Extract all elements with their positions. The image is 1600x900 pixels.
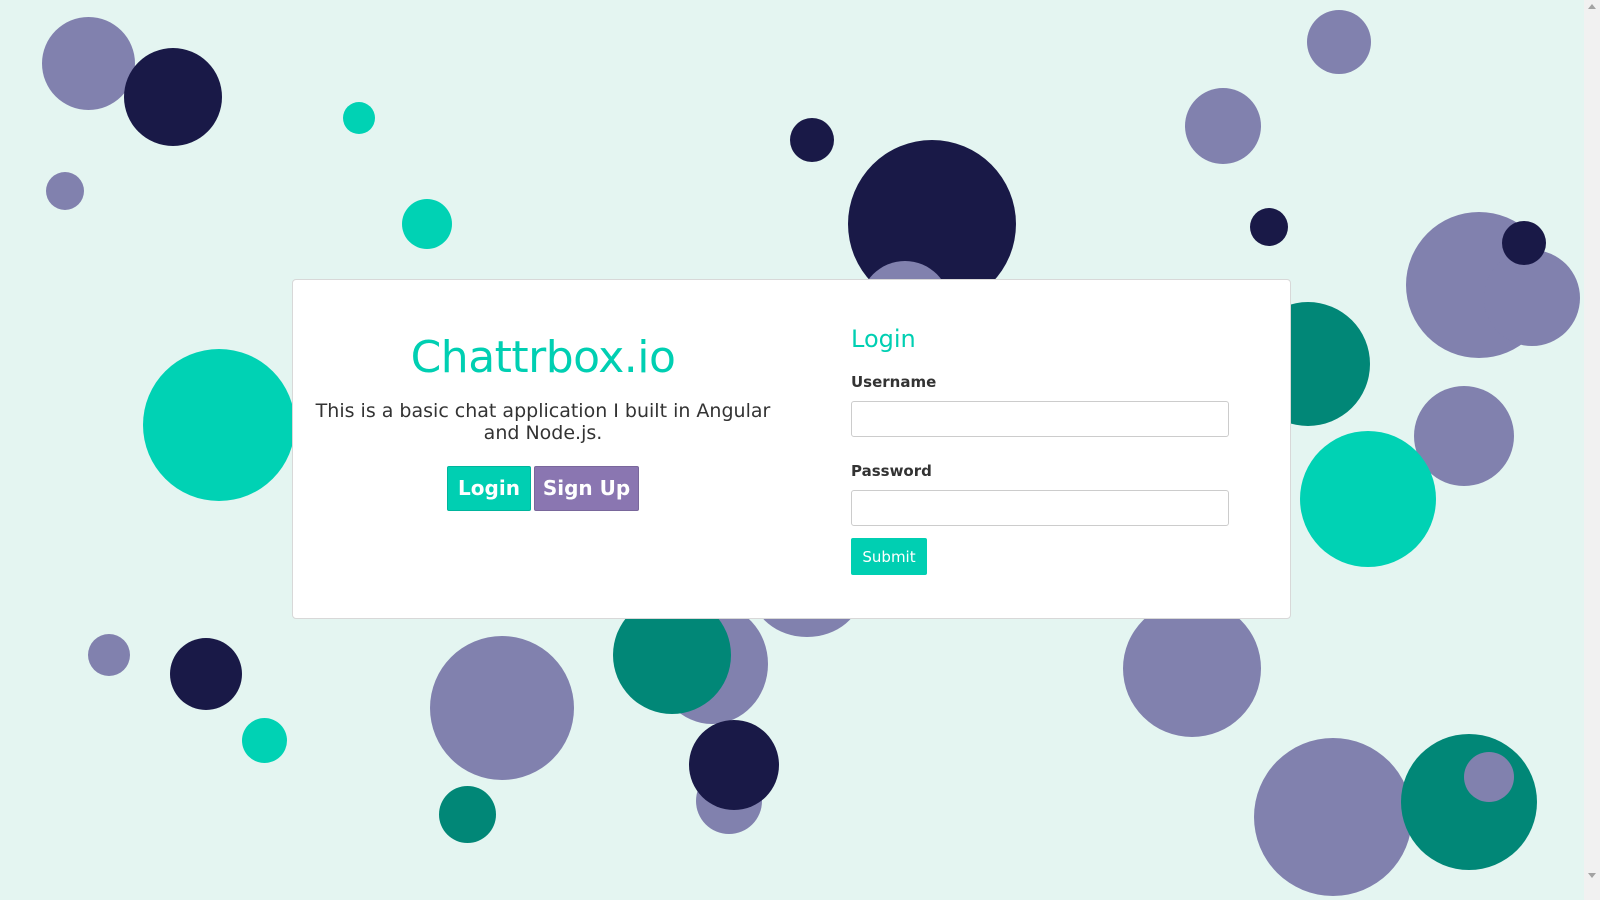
background-bubble — [1250, 208, 1288, 246]
scroll-up-arrow-icon[interactable] — [1588, 4, 1596, 9]
scroll-down-arrow-icon[interactable] — [1588, 873, 1596, 878]
background-bubble — [1123, 600, 1261, 737]
app-title: Chattrbox.io — [410, 332, 676, 383]
page-scrollbar[interactable] — [1584, 0, 1600, 900]
background-bubble — [1464, 752, 1514, 802]
background-bubble — [430, 636, 574, 780]
app-description: This is a basic chat application I built… — [315, 400, 771, 444]
background-bubble — [1185, 88, 1261, 164]
background-bubble — [124, 48, 222, 146]
intro-section: Chattrbox.io This is a basic chat applic… — [303, 328, 783, 511]
background-bubble — [1254, 738, 1412, 896]
background-bubble — [439, 786, 496, 843]
password-input[interactable] — [851, 490, 1229, 526]
background-bubble — [46, 172, 84, 210]
background-bubble — [402, 199, 452, 249]
background-bubble — [343, 102, 375, 134]
background-bubble — [143, 349, 295, 501]
username-input[interactable] — [851, 401, 1229, 437]
login-form-title: Login — [851, 325, 916, 353]
background-bubble — [242, 718, 287, 763]
background-bubble — [88, 634, 130, 676]
submit-button[interactable]: Submit — [851, 538, 927, 575]
background-bubble — [689, 720, 779, 810]
intro-buttons: Login Sign Up — [303, 466, 783, 511]
background-bubble — [1484, 250, 1580, 346]
login-form: Login Username Password Submit — [851, 324, 1231, 575]
password-label: Password — [851, 462, 932, 480]
background-bubble — [170, 638, 242, 710]
background-bubble — [1307, 10, 1371, 74]
background-bubble — [1502, 221, 1546, 265]
background-bubble — [790, 118, 834, 162]
background-bubble — [1300, 431, 1436, 567]
username-label: Username — [851, 373, 937, 391]
background-bubble — [42, 17, 135, 110]
main-card: Chattrbox.io This is a basic chat applic… — [292, 279, 1291, 619]
background-bubble — [1401, 734, 1537, 870]
signup-button[interactable]: Sign Up — [534, 466, 639, 511]
login-button[interactable]: Login — [447, 466, 531, 511]
